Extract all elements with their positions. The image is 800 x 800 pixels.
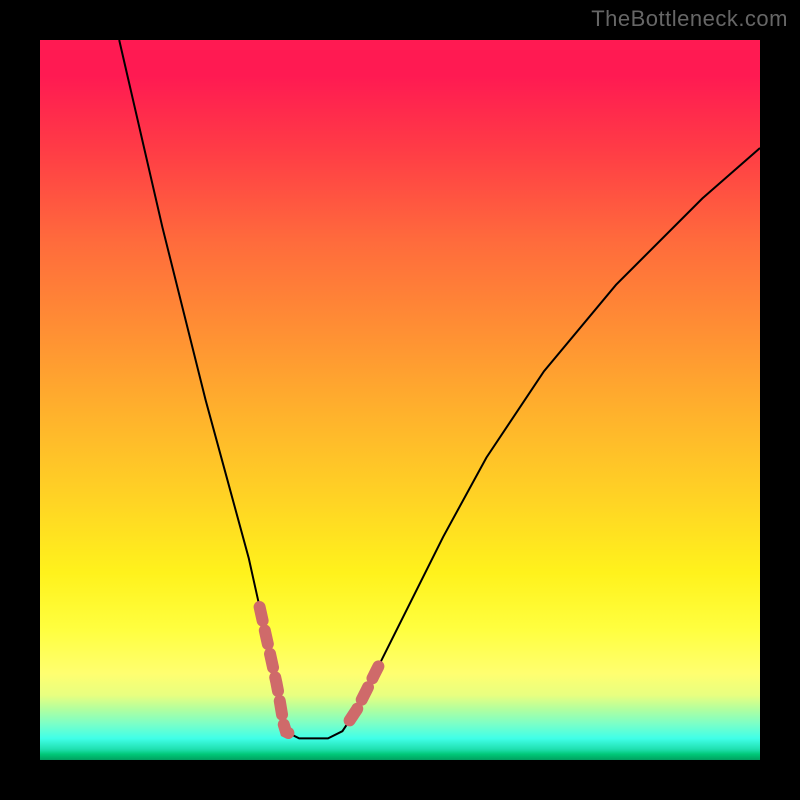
- bottleneck-curve: [119, 40, 760, 738]
- plot-area: [40, 40, 760, 760]
- highlight-right: [350, 666, 379, 720]
- highlight-left: [260, 607, 289, 733]
- chart-frame: TheBottleneck.com: [0, 0, 800, 800]
- watermark-label: TheBottleneck.com: [591, 6, 788, 32]
- curve-svg: [40, 40, 760, 760]
